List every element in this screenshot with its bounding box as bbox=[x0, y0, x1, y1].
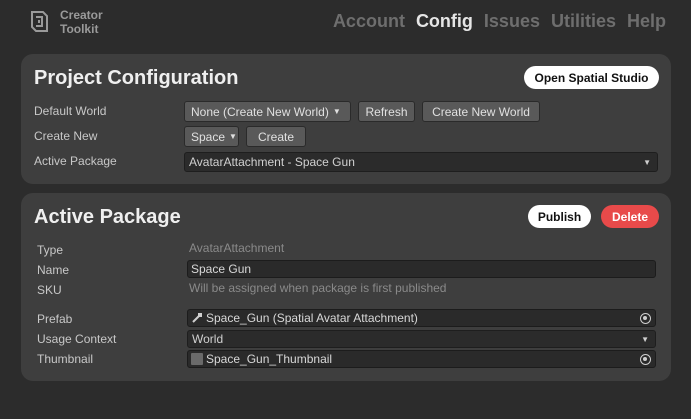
chevron-down-icon: ▼ bbox=[641, 335, 649, 344]
create-button[interactable]: Create bbox=[246, 126, 306, 147]
delete-button[interactable]: Delete bbox=[601, 205, 659, 228]
name-input[interactable]: Space Gun bbox=[187, 260, 656, 278]
name-input-value: Space Gun bbox=[191, 262, 252, 276]
nav-help[interactable]: Help bbox=[627, 10, 666, 32]
usage-context-label: Usage Context bbox=[37, 332, 117, 346]
top-bar: Creator Toolkit Account Config Issues Ut… bbox=[0, 0, 691, 44]
app-title-line2: Toolkit bbox=[60, 22, 99, 36]
sku-label: SKU bbox=[37, 283, 62, 297]
create-new-type-dropdown[interactable]: Space ▼ bbox=[184, 126, 239, 147]
prefab-label: Prefab bbox=[37, 312, 73, 326]
project-configuration-title: Project Configuration bbox=[34, 67, 239, 89]
create-new-type-value: Space bbox=[191, 129, 226, 144]
nav-issues[interactable]: Issues bbox=[484, 10, 540, 32]
active-package-title: Active Package bbox=[34, 206, 181, 228]
sku-value: Will be assigned when package is first p… bbox=[189, 281, 447, 295]
nav-config[interactable]: Config bbox=[416, 10, 473, 32]
project-configuration-card: Project Configuration Open Spatial Studi… bbox=[21, 54, 671, 184]
prefab-icon bbox=[192, 313, 202, 323]
create-new-world-button[interactable]: Create New World bbox=[422, 101, 540, 122]
type-value: AvatarAttachment bbox=[189, 241, 285, 255]
active-package-card: Active Package Publish Delete Type Avata… bbox=[21, 193, 671, 381]
app-title: Creator Toolkit bbox=[60, 8, 103, 36]
active-package-value: AvatarAttachment - Space Gun bbox=[189, 155, 355, 169]
thumbnail-label: Thumbnail bbox=[37, 352, 94, 366]
chevron-down-icon: ▼ bbox=[229, 132, 237, 141]
nav-utilities[interactable]: Utilities bbox=[551, 10, 616, 32]
refresh-button[interactable]: Refresh bbox=[358, 101, 415, 122]
default-world-value: None (Create New World) bbox=[191, 104, 329, 119]
nav-account[interactable]: Account bbox=[333, 10, 405, 32]
creator-toolkit-logo-icon bbox=[31, 11, 48, 32]
thumbnail-field[interactable]: Space_Gun_Thumbnail bbox=[187, 350, 656, 368]
active-package-dropdown[interactable]: AvatarAttachment - Space Gun ▼ bbox=[184, 152, 658, 172]
texture-icon bbox=[191, 353, 203, 365]
open-spatial-studio-button[interactable]: Open Spatial Studio bbox=[524, 66, 659, 89]
name-label: Name bbox=[37, 263, 70, 277]
object-picker-icon[interactable] bbox=[640, 354, 651, 365]
prefab-value: Space_Gun (Spatial Avatar Attachment) bbox=[206, 311, 418, 325]
chevron-down-icon: ▼ bbox=[332, 107, 341, 116]
main-nav: Account Config Issues Utilities Help bbox=[333, 10, 666, 32]
type-label: Type bbox=[37, 243, 64, 257]
prefab-field[interactable]: Space_Gun (Spatial Avatar Attachment) bbox=[187, 309, 656, 327]
usage-context-dropdown[interactable]: World ▼ bbox=[187, 330, 656, 348]
chevron-down-icon: ▼ bbox=[643, 158, 651, 167]
thumbnail-value: Space_Gun_Thumbnail bbox=[206, 352, 333, 366]
default-world-label: Default World bbox=[34, 104, 107, 118]
usage-context-value: World bbox=[192, 332, 224, 346]
publish-button[interactable]: Publish bbox=[528, 205, 591, 228]
default-world-dropdown[interactable]: None (Create New World) ▼ bbox=[184, 101, 351, 122]
app-title-line1: Creator bbox=[60, 8, 103, 22]
object-picker-icon[interactable] bbox=[640, 313, 651, 324]
create-new-label: Create New bbox=[34, 129, 98, 143]
active-package-label: Active Package bbox=[34, 154, 117, 168]
